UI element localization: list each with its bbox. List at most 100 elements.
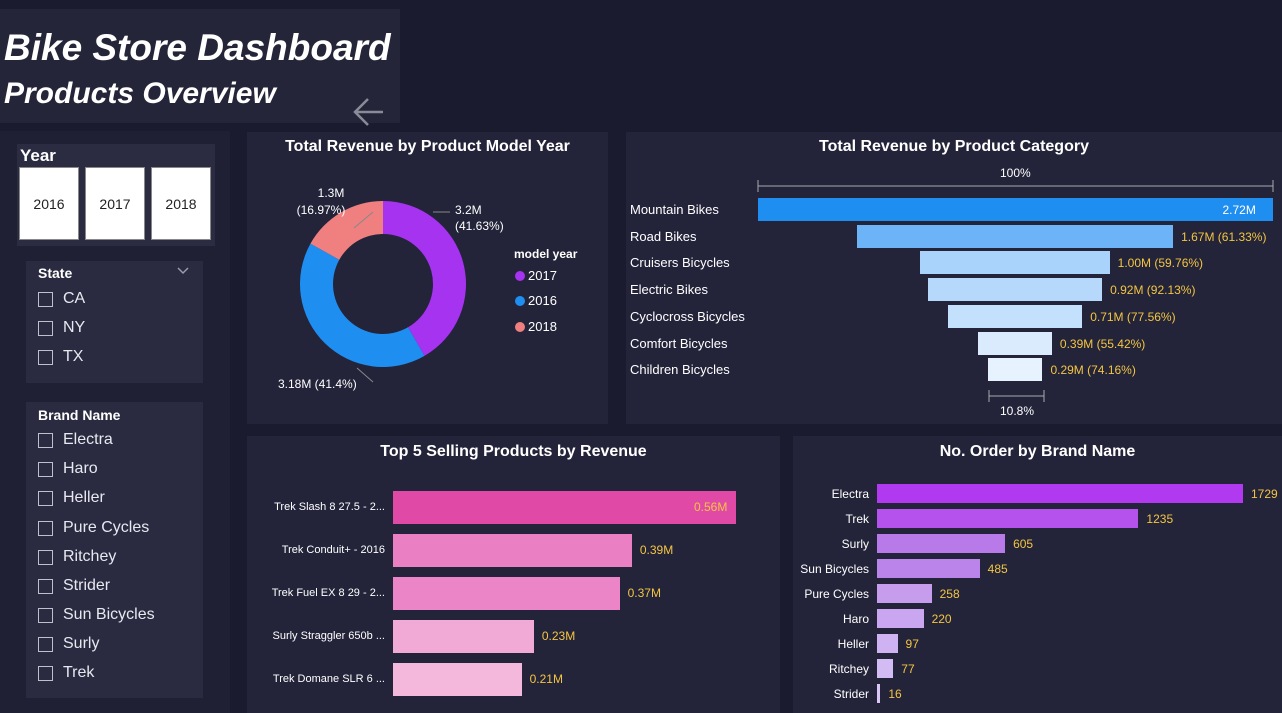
funnel-value-label: 1.00M (59.76%) xyxy=(1117,256,1204,271)
legend-item-2018[interactable]: 2018 xyxy=(515,319,557,334)
product-bar[interactable] xyxy=(393,620,534,653)
brand-bar[interactable] xyxy=(877,534,1006,553)
funnel-category-label: Cruisers Bicycles xyxy=(630,255,730,271)
checkbox-icon[interactable] xyxy=(38,549,53,565)
brand-bar[interactable] xyxy=(877,659,894,678)
product-value-label: 0.56M xyxy=(694,500,728,514)
state-option-label: CA xyxy=(63,290,86,307)
checkbox-icon[interactable] xyxy=(38,461,53,477)
donut-legend-title: model year xyxy=(514,247,578,261)
brand-bar[interactable] xyxy=(877,484,1243,503)
brand-value-label: 1729 xyxy=(1251,487,1278,501)
brand-label: Ritchey xyxy=(828,662,869,676)
funnel-bar[interactable] xyxy=(920,251,1110,275)
brand-option-label: Trek xyxy=(63,664,95,681)
year-button-2016[interactable]: 2016 xyxy=(19,167,79,240)
brand-option[interactable]: Sun Bicycles xyxy=(38,606,155,624)
arrow-left-icon[interactable] xyxy=(352,95,386,129)
state-option-ny[interactable]: NY xyxy=(38,319,85,337)
brand-bar[interactable] xyxy=(877,684,881,703)
brand-option[interactable]: Ritchey xyxy=(38,548,116,566)
brand-option-label: Surly xyxy=(63,635,100,652)
brand-label: Sun Bicycles xyxy=(800,562,869,576)
state-option-tx[interactable]: TX xyxy=(38,348,83,366)
funnel-value-label: 0.39M (55.42%) xyxy=(1059,336,1146,351)
legend-item-2017[interactable]: 2017 xyxy=(515,268,557,283)
legend-dot-icon xyxy=(515,295,525,306)
funnel-category-label: Children Bicycles xyxy=(630,362,730,378)
funnel-bar[interactable] xyxy=(987,358,1043,382)
checkbox-icon[interactable] xyxy=(38,578,53,594)
top-products-panel: Top 5 Selling Products by Revenue Trek S… xyxy=(247,436,780,713)
brand-bar[interactable] xyxy=(877,509,1139,528)
brand-option[interactable]: Electra xyxy=(38,431,113,449)
brand-value-label: 97 xyxy=(905,637,919,651)
brand-bar[interactable] xyxy=(877,584,932,603)
checkbox-icon[interactable] xyxy=(38,432,53,448)
brand-value-label: 220 xyxy=(931,612,952,626)
brand-option-label: Heller xyxy=(63,489,105,506)
year-slicer-title: Year xyxy=(20,146,56,165)
brand-option-label: Electra xyxy=(63,431,113,448)
brand-value-label: 16 xyxy=(888,687,902,701)
donut-slice-2016[interactable] xyxy=(300,243,425,367)
brand-orders-title: No. Order by Brand Name xyxy=(939,443,1136,460)
brand-label: Haro xyxy=(842,612,869,626)
brand-orders-panel: No. Order by Brand Name Electra 1729 Trek 1… xyxy=(793,436,1282,713)
brand-bar[interactable] xyxy=(877,559,980,578)
product-value-label: 0.21M xyxy=(529,672,563,686)
chevron-down-icon[interactable] xyxy=(176,266,190,276)
product-label: Trek Fuel EX 8 29 - 2... xyxy=(271,587,385,599)
state-slicer-title: State xyxy=(38,265,73,281)
checkbox-icon[interactable] xyxy=(38,490,53,506)
brand-value-label: 77 xyxy=(901,662,915,676)
dashboard-subtitle: Products Overview xyxy=(4,77,276,110)
product-bar[interactable] xyxy=(393,577,620,610)
funnel-bar[interactable] xyxy=(947,304,1083,328)
brand-option-label: Strider xyxy=(63,577,111,594)
product-value-label: 0.23M xyxy=(541,629,576,643)
funnel-bar[interactable] xyxy=(856,224,1174,248)
year-button-2018[interactable]: 2018 xyxy=(151,167,211,240)
brand-label: Strider xyxy=(833,687,869,701)
funnel-value-label: 0.71M (77.56%) xyxy=(1090,309,1176,324)
state-slicer: State CA NY TX xyxy=(26,261,203,383)
checkbox-icon[interactable] xyxy=(38,320,53,336)
funnel-value-label: 0.29M (74.16%) xyxy=(1050,363,1136,378)
product-bar[interactable] xyxy=(393,534,632,567)
product-bar[interactable] xyxy=(393,491,736,524)
product-label: Trek Domane SLR 6 ... xyxy=(272,673,385,685)
checkbox-icon[interactable] xyxy=(38,520,53,536)
brand-value-label: 258 xyxy=(939,587,960,601)
dashboard-header: Bike Store Dashboard Products Overview xyxy=(0,9,400,126)
brand-option[interactable]: Trek xyxy=(38,664,94,682)
legend-label: 2018 xyxy=(528,319,557,334)
brand-option[interactable]: Heller xyxy=(38,489,105,507)
product-bar[interactable] xyxy=(393,663,522,696)
funnel-bar[interactable] xyxy=(927,278,1103,302)
brand-label: Surly xyxy=(841,537,869,551)
checkbox-icon[interactable] xyxy=(38,665,53,681)
donut-label-2017: 3.2M xyxy=(455,203,482,217)
brand-bar[interactable] xyxy=(877,634,898,653)
checkbox-icon[interactable] xyxy=(38,636,53,652)
funnel-category-label: Electric Bikes xyxy=(630,282,709,298)
checkbox-icon[interactable] xyxy=(38,291,53,307)
brand-option[interactable]: Surly xyxy=(38,635,99,653)
brand-label: Electra xyxy=(831,487,869,501)
funnel-bar[interactable] xyxy=(757,198,1273,221)
brand-bar[interactable] xyxy=(877,609,924,628)
funnel-bottom-pct: 10.8% xyxy=(1000,404,1035,418)
year-button-2017[interactable]: 2017 xyxy=(85,167,145,240)
legend-item-2016[interactable]: 2016 xyxy=(515,293,557,308)
checkbox-icon[interactable] xyxy=(38,349,53,365)
brand-option[interactable]: Strider xyxy=(38,577,110,595)
legend-label: 2016 xyxy=(528,293,557,308)
checkbox-icon[interactable] xyxy=(38,607,53,623)
brand-option[interactable]: Pure Cycles xyxy=(38,519,149,537)
brand-option[interactable]: Haro xyxy=(38,460,98,478)
funnel-category-label: Cyclocross Bicycles xyxy=(630,308,745,324)
brand-option-label: Ritchey xyxy=(63,548,117,565)
funnel-bar[interactable] xyxy=(978,331,1052,355)
state-option-ca[interactable]: CA xyxy=(38,290,85,308)
